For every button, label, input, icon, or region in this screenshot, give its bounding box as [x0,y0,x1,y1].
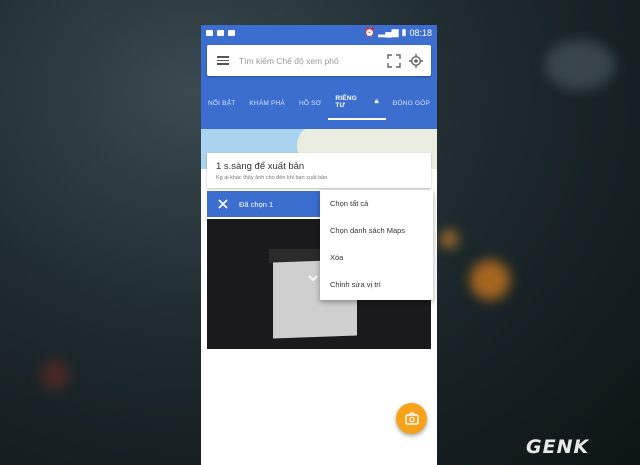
fullscreen-icon[interactable] [387,53,401,68]
card-title: 1 s.sàng để xuất bản [216,161,305,172]
search-input[interactable]: Tìm kiếm Chế độ xem phố [239,56,387,66]
status-time: 08:18 [409,27,432,38]
alarm-icon: ⏰ [364,27,376,37]
background-blur [545,40,615,90]
card-subtitle: Kg ai khác thấy ảnh cho đến khi bạn xuất… [216,175,328,181]
background-blur [440,230,458,248]
tab-kham-pha[interactable]: KHÁM PHÁ [242,86,292,120]
menu-item-delete[interactable]: Xóa [320,244,433,271]
genk-logo: GENK [526,436,590,458]
menu-item-edit-location[interactable]: Chỉnh sửa vị trí [320,271,433,298]
menu-item-select-all[interactable]: Chọn tất cả [320,190,433,217]
menu-icon[interactable] [217,56,229,65]
search-bar[interactable]: Tìm kiếm Chế độ xem phố [207,45,431,76]
camera-plus-icon [404,412,419,425]
background-blur [470,260,510,300]
signal-icon: ▂▄▆ [378,27,399,37]
photo-icon [206,29,213,36]
close-icon[interactable] [216,197,230,211]
battery-icon: ▮ [401,27,407,37]
tab-bar: NỔI BẬT KHÁM PHÁ HỒ SƠ RIÊNG TƯ 🔒︎ ĐÓNG … [201,86,437,120]
tab-ho-so[interactable]: HỒ SƠ [292,86,328,120]
publish-card[interactable]: 1 s.sàng để xuất bản Kg ai khác thấy ảnh… [207,153,431,188]
camera-icon [228,29,235,36]
overflow-menu: Chọn tất cả Chọn danh sách Maps Xóa Chỉn… [320,190,433,300]
tab-dong-gop[interactable]: ĐÓNG GÓP [386,86,437,120]
tab-noi-bat[interactable]: NỔI BẬT [201,86,242,120]
phone-screen: ⏰ ▂▄▆ ▮ 08:18 Tìm kiếm Chế độ xem phố NỔ… [201,25,437,465]
selection-count: Đã chọn 1 [239,199,274,209]
app-header: Tìm kiếm Chế độ xem phố NỔI BẬT KHÁM PHÁ… [201,40,437,129]
background-blur [40,360,70,390]
lock-icon: 🔒︎ [374,98,379,105]
chevron-down-icon[interactable] [307,271,319,283]
photo-icon [217,29,224,36]
add-photo-button[interactable] [396,403,427,434]
tab-rieng-tu[interactable]: RIÊNG TƯ 🔒︎ [328,86,386,120]
menu-item-select-maps-list[interactable]: Chọn danh sách Maps [320,217,433,244]
my-location-icon[interactable] [409,53,423,68]
status-bar: ⏰ ▂▄▆ ▮ 08:18 [201,25,437,40]
